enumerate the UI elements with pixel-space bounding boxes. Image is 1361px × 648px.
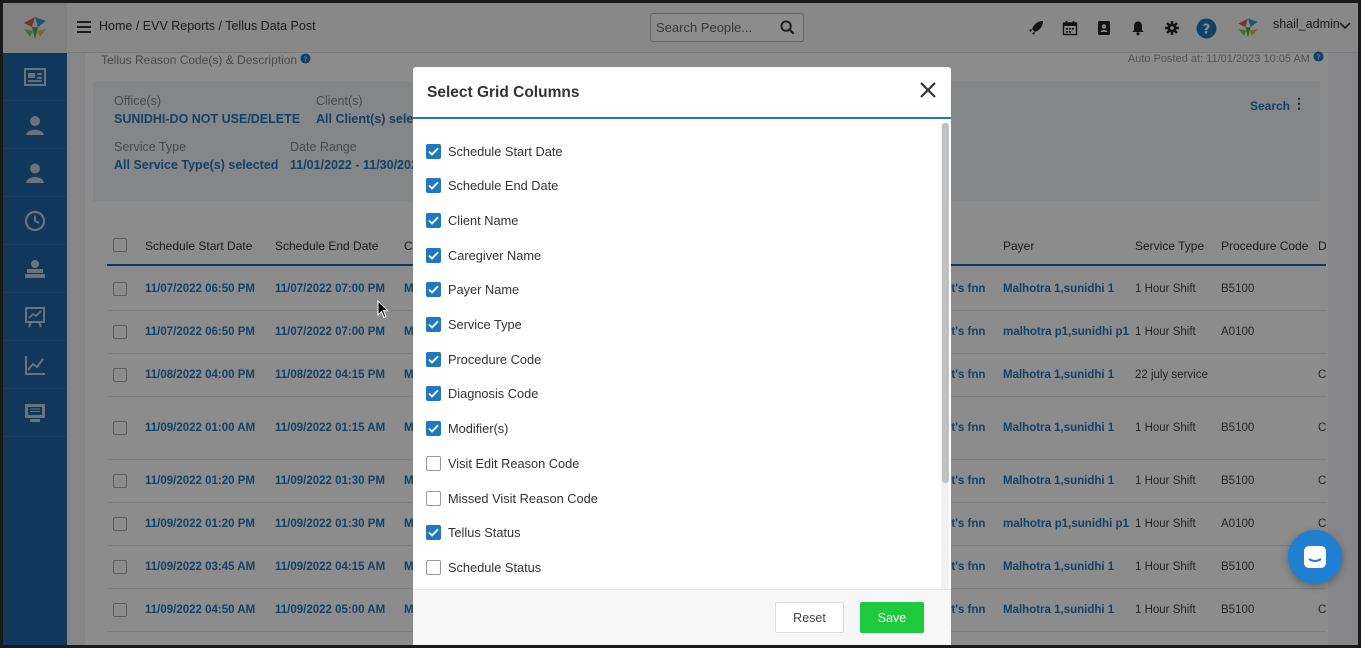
close-icon[interactable] [919, 81, 937, 99]
unchecked-checkbox[interactable] [426, 455, 441, 471]
checked-checkbox[interactable] [426, 525, 441, 541]
dialog-header: Select Grid Columns [413, 67, 951, 119]
checkmark-icon [428, 528, 439, 537]
column-option[interactable]: Tellus Status [426, 523, 521, 543]
column-option[interactable]: Service Type [426, 315, 522, 335]
column-option[interactable]: Missed Visit Reason Code [426, 488, 598, 508]
checked-checkbox[interactable] [426, 178, 441, 194]
checkmark-icon [428, 320, 439, 329]
checked-checkbox[interactable] [426, 212, 441, 228]
checkmark-icon [428, 147, 439, 156]
checked-checkbox[interactable] [426, 421, 441, 437]
column-option[interactable]: Schedule Status [426, 557, 541, 577]
checkmark-icon [428, 285, 439, 295]
checked-checkbox[interactable] [426, 247, 441, 263]
column-option-label[interactable]: Missed Visit Reason Code [448, 491, 598, 506]
column-option[interactable]: Caregiver Name [426, 245, 541, 265]
column-option-label[interactable]: Payer Name [448, 282, 519, 297]
mouse-cursor-icon [377, 299, 390, 322]
column-option-label[interactable]: Visit Edit Reason Code [448, 456, 579, 471]
unchecked-checkbox[interactable] [426, 490, 441, 506]
save-button[interactable]: Save [860, 602, 924, 633]
dialog-title: Select Grid Columns [427, 84, 580, 101]
column-option-label[interactable]: Caregiver Name [448, 248, 541, 263]
column-option-label[interactable]: Schedule Status [448, 560, 541, 575]
app-window: Home / EVV Reports / Tellus Data Post Se… [3, 3, 1358, 645]
column-option[interactable]: Schedule Start Date [426, 141, 563, 161]
column-option[interactable]: Visit Edit Reason Code [426, 453, 579, 473]
column-option[interactable]: Modifier(s) [426, 419, 508, 439]
checkmark-icon [428, 355, 439, 364]
chat-button[interactable] [1288, 530, 1342, 584]
column-option-label[interactable]: Tellus Status [448, 525, 521, 540]
checked-checkbox[interactable] [426, 386, 441, 402]
column-option-label[interactable]: Diagnosis Code [448, 386, 538, 401]
column-option-label[interactable]: Service Type [448, 317, 522, 332]
column-option[interactable]: Diagnosis Code [426, 384, 538, 404]
dialog-footer: Reset Save [413, 589, 951, 645]
chat-icon [1304, 546, 1326, 568]
checked-checkbox[interactable] [426, 282, 441, 298]
column-option-label[interactable]: Schedule Start Date [448, 144, 563, 159]
checked-checkbox[interactable] [426, 351, 441, 367]
column-option-label[interactable]: Schedule End Date [448, 178, 558, 193]
column-option-label[interactable]: Client Name [448, 213, 518, 228]
column-option[interactable]: Procedure Code [426, 349, 541, 369]
checkmark-icon [428, 389, 439, 399]
checkmark-icon [428, 251, 439, 260]
checked-checkbox[interactable] [426, 143, 441, 159]
checkmark-icon [428, 181, 439, 190]
dialog-body: Schedule Start Date Schedule End Date Clie… [413, 121, 951, 589]
column-option-label[interactable]: Procedure Code [448, 352, 541, 367]
column-option[interactable]: Payer Name [426, 280, 519, 300]
checked-checkbox[interactable] [426, 317, 441, 332]
unchecked-checkbox[interactable] [426, 559, 441, 575]
checkmark-icon [428, 424, 439, 433]
scrollbar-thumb[interactable] [942, 123, 949, 483]
reset-button[interactable]: Reset [775, 602, 844, 633]
select-grid-columns-dialog: Select Grid Columns Schedule Start Date S… [413, 67, 951, 645]
column-option-label[interactable]: Modifier(s) [448, 421, 508, 436]
checkmark-icon [428, 216, 439, 225]
column-option[interactable]: Schedule End Date [426, 176, 558, 196]
column-option[interactable]: Client Name [426, 210, 518, 230]
